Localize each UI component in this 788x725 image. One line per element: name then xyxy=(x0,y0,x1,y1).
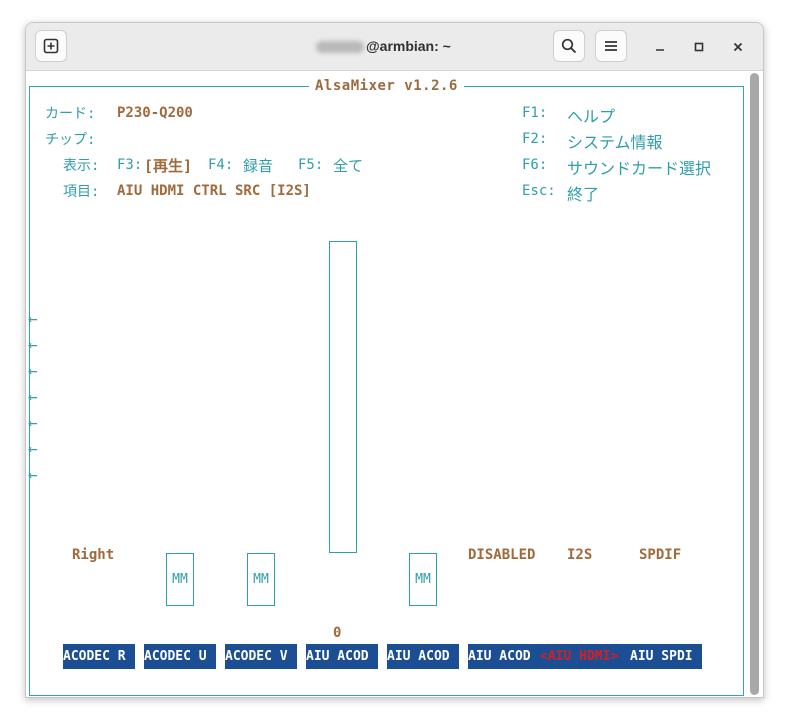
channel-name-aiu-acod-2[interactable]: AIU ACOD xyxy=(387,644,459,669)
enum-i2s-label: I2S xyxy=(567,547,593,563)
enum-disabled-label: DISABLED xyxy=(468,547,536,563)
volume-value: 0 xyxy=(333,625,342,641)
mute-label: MM xyxy=(253,572,269,587)
enum-spdif-label: SPDIF xyxy=(639,547,682,563)
terminal-window: @armbian: ~ AlsaMixer v1.2.6 カード: P230-Q… xyxy=(25,22,764,698)
card-label: カード: xyxy=(45,106,96,122)
scroll-left-arrow-icon: ← xyxy=(28,335,38,354)
scroll-left-arrow-icon: ← xyxy=(28,413,38,432)
scroll-left-arrow-icon: ← xyxy=(28,439,38,458)
help-label-help: ヘルプ xyxy=(567,107,616,126)
channel-name-acodec-v[interactable]: ACODEC V xyxy=(225,644,297,669)
help-label-soundcard: サウンドカード選択 xyxy=(567,159,712,178)
scroll-left-arrow-icon: ← xyxy=(28,361,38,380)
help-label-sysinfo: システム情報 xyxy=(567,133,663,152)
close-icon xyxy=(733,42,743,52)
help-key-esc: Esc: xyxy=(522,183,556,199)
item-label: 項目: xyxy=(63,184,100,200)
new-tab-button[interactable] xyxy=(35,30,67,62)
card-value: P230-Q200 xyxy=(117,105,193,121)
channel-name-aiu-acod-3[interactable]: AIU ACOD xyxy=(468,644,540,669)
search-button[interactable] xyxy=(553,30,585,62)
channel-right-label: Right xyxy=(72,547,115,563)
help-key-f1: F1: xyxy=(522,105,548,121)
new-tab-icon xyxy=(43,38,59,54)
view-f3-value[interactable]: [再生] xyxy=(144,155,192,176)
item-value: AIU HDMI CTRL SRC [I2S] xyxy=(117,183,311,199)
mixer-title: AlsaMixer v1.2.6 xyxy=(309,78,464,94)
title-bar: @armbian: ~ xyxy=(26,23,763,71)
channel-name-aiu-hdmi-selected[interactable]: <AIU HDMI> xyxy=(540,644,630,669)
close-button[interactable] xyxy=(730,39,746,55)
search-icon xyxy=(561,38,577,54)
minimize-icon xyxy=(656,49,664,51)
scroll-left-arrow-icon: ← xyxy=(28,387,38,406)
help-label-quit: 終了 xyxy=(567,185,600,204)
window-title: @armbian: ~ xyxy=(316,38,451,54)
hamburger-icon xyxy=(605,41,617,51)
view-f3-key: F3: xyxy=(117,157,143,173)
view-f4-key: F4: xyxy=(208,157,234,173)
scroll-left-arrow-icon: ← xyxy=(28,465,38,484)
mute-switch-acodec-v[interactable]: MM xyxy=(247,553,275,606)
help-key-f6: F6: xyxy=(522,157,548,173)
channel-name-aiu-acod-1[interactable]: AIU ACOD xyxy=(306,644,378,669)
channel-name-acodec-u[interactable]: ACODEC U xyxy=(144,644,216,669)
window-title-text: @armbian: ~ xyxy=(366,38,451,54)
volume-bar-aiu-acod[interactable] xyxy=(329,241,357,553)
menu-button[interactable] xyxy=(595,30,627,62)
view-f5-value[interactable]: 全て xyxy=(333,155,363,176)
mute-label: MM xyxy=(415,572,431,587)
maximize-button[interactable] xyxy=(691,39,707,55)
mute-switch-acodec-u[interactable]: MM xyxy=(166,553,194,606)
chip-label: チップ: xyxy=(45,132,96,148)
scrollbar[interactable] xyxy=(750,73,759,695)
view-f5-key: F5: xyxy=(298,157,324,173)
blurred-username xyxy=(316,41,364,54)
channel-name-aiu-spdi[interactable]: AIU SPDI xyxy=(630,644,702,669)
view-f4-value[interactable]: 録音 xyxy=(243,155,273,176)
scroll-left-arrow-icon: ← xyxy=(28,309,38,328)
help-key-f2: F2: xyxy=(522,131,548,147)
maximize-icon xyxy=(694,42,704,52)
mute-label: MM xyxy=(172,572,188,587)
minimize-button[interactable] xyxy=(652,39,668,55)
view-label: 表示: xyxy=(63,158,100,174)
channel-name-acodec-r[interactable]: ACODEC R xyxy=(63,644,135,669)
mute-switch-aiu-acod[interactable]: MM xyxy=(409,553,437,606)
